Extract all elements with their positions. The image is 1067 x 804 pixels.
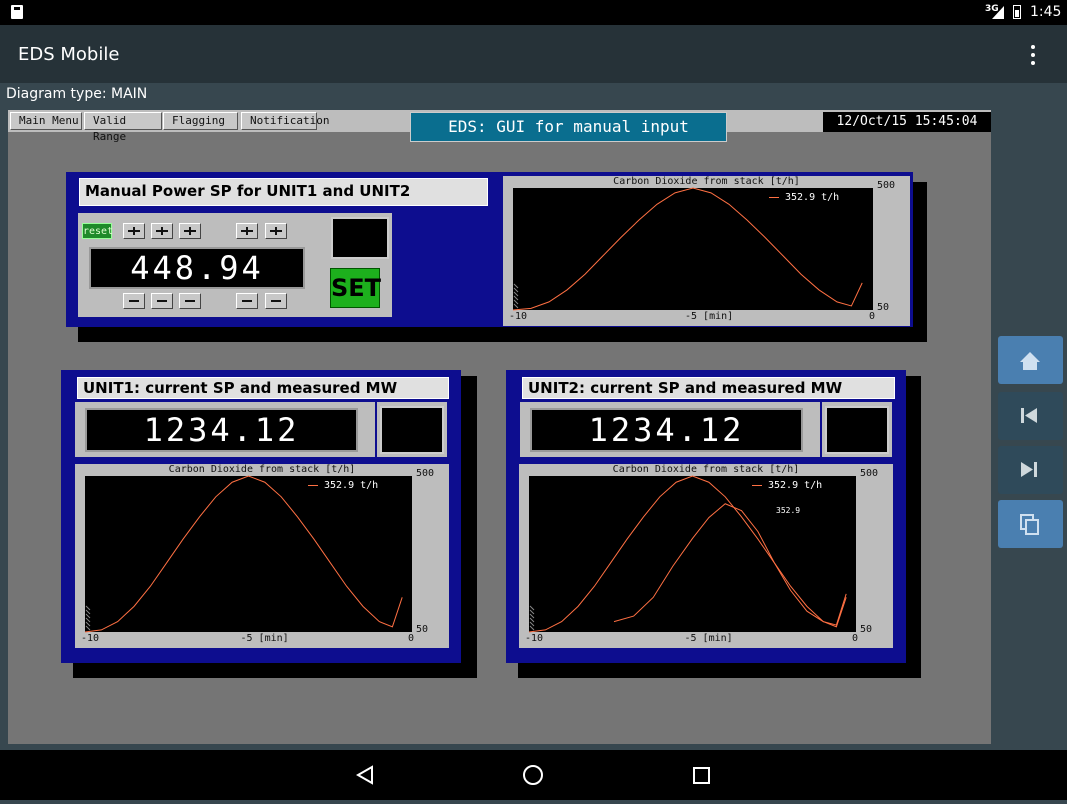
- x-tick-label: -5 [min]: [685, 311, 734, 322]
- plot-area: [513, 188, 873, 310]
- overflow-menu-icon[interactable]: [1024, 43, 1044, 67]
- unit2-panel: UNIT2: current SP and measured MW 1234.1…: [506, 370, 906, 663]
- legend-swatch: [308, 484, 318, 486]
- chart-plot: [84, 475, 412, 633]
- unit1-value-display: 1234.12: [85, 408, 358, 452]
- legend-swatch: [752, 484, 762, 486]
- first-page-button[interactable]: [998, 392, 1063, 440]
- copy-icon: [1020, 514, 1039, 535]
- x-tick-label: 0: [869, 311, 876, 322]
- diagram-canvas: Main Menu Valid Range Flagging Notificat…: [8, 110, 991, 744]
- x-tick-label: -5 [min]: [684, 633, 733, 644]
- decrement-button-3[interactable]: [179, 293, 201, 309]
- legend-label: 352.9 t/h: [785, 192, 840, 203]
- decrement-button-1[interactable]: [123, 293, 145, 309]
- y-tick-label: 500: [860, 468, 879, 479]
- reset-button[interactable]: reset: [82, 223, 113, 239]
- y-tick-label: 500: [416, 468, 435, 479]
- eds-title: EDS: GUI for manual input: [410, 112, 727, 142]
- x-tick-label: -10: [81, 633, 100, 644]
- skip-previous-icon: [1021, 408, 1037, 423]
- plot-area: [85, 476, 412, 632]
- home-icon: [1020, 352, 1040, 370]
- signal-icon: [992, 6, 1004, 19]
- co2-chart-unit1: Carbon Dioxide from stack [t/h] -10 -5 [mi…: [75, 464, 449, 648]
- decrement-button-5[interactable]: [265, 293, 287, 309]
- decrement-button-4[interactable]: [236, 293, 258, 309]
- manual-power-panel: Manual Power SP for UNIT1 and UNIT2 rese…: [66, 172, 913, 327]
- plot-area: [529, 476, 856, 632]
- legend-swatch: [769, 196, 779, 198]
- increment-button-5[interactable]: [265, 223, 287, 239]
- sd-card-icon: [11, 5, 23, 19]
- chart-legend: 352.9 t/h: [769, 192, 839, 203]
- co2-chart-unit2: Carbon Dioxide from stack [t/h] -10 -5 [mi…: [519, 464, 893, 648]
- x-tick-label: -10: [525, 633, 544, 644]
- chart-plot: [512, 187, 873, 311]
- unit1-indicator: [380, 406, 444, 454]
- x-tick-label: -10: [509, 311, 528, 322]
- increment-button-4[interactable]: [236, 223, 258, 239]
- chart-legend: 352.9 t/h: [308, 480, 378, 491]
- unit2-title: UNIT2: current SP and measured MW: [522, 377, 895, 399]
- status-indicator-box: [331, 217, 389, 259]
- valid-range-button[interactable]: Valid Range: [84, 112, 162, 143]
- app-title: EDS Mobile: [18, 44, 120, 65]
- flagging-button[interactable]: Flagging: [163, 112, 238, 130]
- chart-plot: [528, 475, 856, 633]
- copy-button[interactable]: [998, 500, 1063, 548]
- battery-icon: [1013, 5, 1021, 19]
- manual-power-title: Manual Power SP for UNIT1 and UNIT2: [79, 178, 488, 206]
- status-bar: 3G 1:45: [0, 0, 1067, 25]
- value-marker: 352.9: [776, 506, 801, 515]
- unit1-title: UNIT1: current SP and measured MW: [77, 377, 449, 399]
- app-bar: EDS Mobile: [0, 25, 1067, 83]
- x-tick-label: 0: [408, 633, 415, 644]
- increment-button-2[interactable]: [151, 223, 173, 239]
- datetime-display: 12/Oct/15 15:45:04: [823, 112, 991, 132]
- y-tick-label: 50: [877, 302, 890, 313]
- manual-power-display: 448.94: [89, 247, 305, 289]
- x-tick-label: -5 [min]: [240, 633, 289, 644]
- chart-legend: 352.9 t/h: [752, 480, 822, 491]
- navigation-bar: [0, 750, 1067, 800]
- unit2-indicator: [825, 406, 889, 454]
- increment-button-3[interactable]: [179, 223, 201, 239]
- legend-label: 352.9 t/h: [324, 480, 379, 491]
- home-nav-icon[interactable]: [523, 765, 543, 785]
- set-button[interactable]: SET: [330, 268, 381, 308]
- back-icon[interactable]: [355, 765, 373, 785]
- diagram-type-label: Diagram type: MAIN: [6, 86, 148, 102]
- notification-button[interactable]: Notification: [241, 112, 329, 130]
- y-tick-label: 50: [416, 624, 429, 635]
- main-menu-button[interactable]: Main Menu: [10, 112, 82, 130]
- co2-chart-main: Carbon Dioxide from stack [t/h] -10 -5 [mi…: [503, 176, 910, 326]
- legend-label: 352.9 t/h: [768, 480, 823, 491]
- increment-button-1[interactable]: [123, 223, 145, 239]
- x-tick-label: 0: [852, 633, 859, 644]
- home-button[interactable]: [998, 336, 1063, 384]
- unit2-value-display: 1234.12: [530, 408, 803, 452]
- decrement-button-2[interactable]: [151, 293, 173, 309]
- status-time: 1:45: [1030, 4, 1062, 20]
- last-page-button[interactable]: [998, 446, 1063, 494]
- unit1-panel: UNIT1: current SP and measured MW 1234.1…: [61, 370, 461, 663]
- y-tick-label: 500: [877, 180, 896, 191]
- skip-next-icon: [1021, 462, 1037, 477]
- recents-icon[interactable]: [693, 767, 710, 784]
- y-tick-label: 50: [860, 624, 873, 635]
